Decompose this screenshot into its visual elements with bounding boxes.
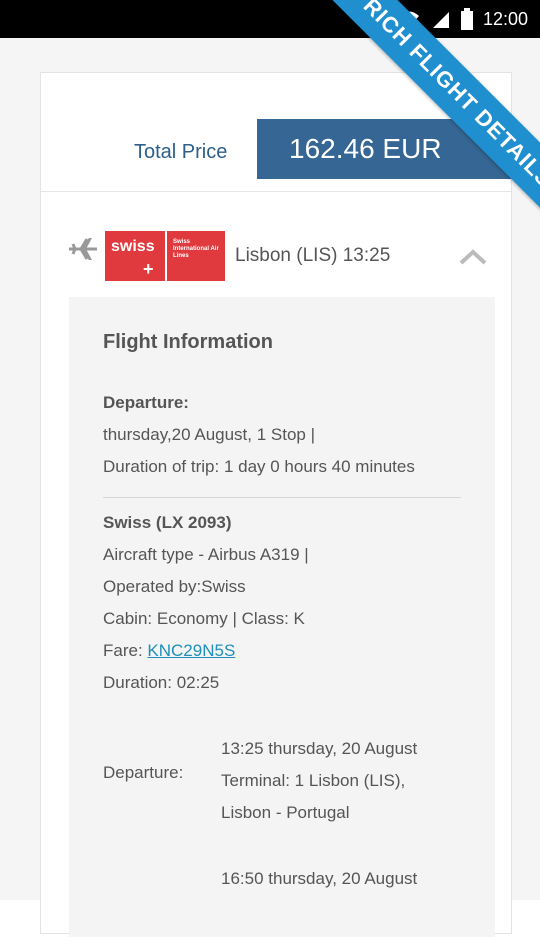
fare-code-link[interactable]: KNC29N5S [147,641,235,660]
flight-summary-row[interactable]: swiss + Swiss International Air Lines Li… [41,223,511,293]
status-bar: 12:00 [0,0,540,38]
operated-by: Operated by:Swiss [103,577,246,596]
departure-date-stops: thursday,20 August, 1 Stop | [103,425,316,444]
trip-duration: Duration of trip: 1 day 0 hours 40 minut… [103,457,415,476]
segment-title: Swiss (LX 2093) [103,513,232,532]
airline-logo-word: swiss [111,238,155,255]
signal-icon [432,12,449,28]
total-price-button[interactable]: 162.46 EUR [257,119,511,179]
status-time: 12:00 [482,8,528,29]
fare-label: Fare: [103,641,148,660]
airline-logo: swiss + Swiss International Air Lines [105,231,225,281]
plane-icon [69,238,97,260]
chevron-up-icon[interactable] [459,249,487,265]
total-price-label: Total Price [134,141,228,163]
fare-row: Fare: KNC29N5S [103,641,235,661]
battery-icon [460,8,473,30]
status-icons: 12:00 [397,8,528,30]
segment-departure-terminal: Terminal: 1 Lisbon (LIS), [221,771,406,790]
segment-departure-city: Lisbon - Portugal [221,803,350,822]
wifi-icon [398,11,419,27]
swiss-cross-icon: + [143,259,154,279]
departure-heading: Departure: [103,393,189,412]
flight-info-panel: Flight Information Departure: thursday,2… [69,297,495,937]
airline-logo-mark: swiss + [105,231,167,281]
divider [41,191,511,192]
price-row: Total Price 162.46 EUR [41,119,511,191]
aircraft-type: Aircraft type - Airbus A319 | [103,545,309,564]
flight-info-title: Flight Information [103,331,273,353]
cabin-class: Cabin: Economy | Class: K [103,609,305,628]
segment-arrival-time: 16:50 thursday, 20 August [221,869,418,888]
airline-logo-text: Swiss International Air Lines [167,231,225,281]
segment-departure-time: 13:25 thursday, 20 August [221,739,418,758]
segment-departure-label: Departure: [103,763,184,782]
airline-logo-fine: Swiss International Air Lines [173,239,219,259]
flight-card: Total Price 162.46 EUR swiss + Swiss Int… [40,72,512,937]
segment-duration: Duration: 02:25 [103,673,220,692]
route-text: Lisbon (LIS) 13:25 [235,245,391,266]
info-divider [103,497,461,498]
